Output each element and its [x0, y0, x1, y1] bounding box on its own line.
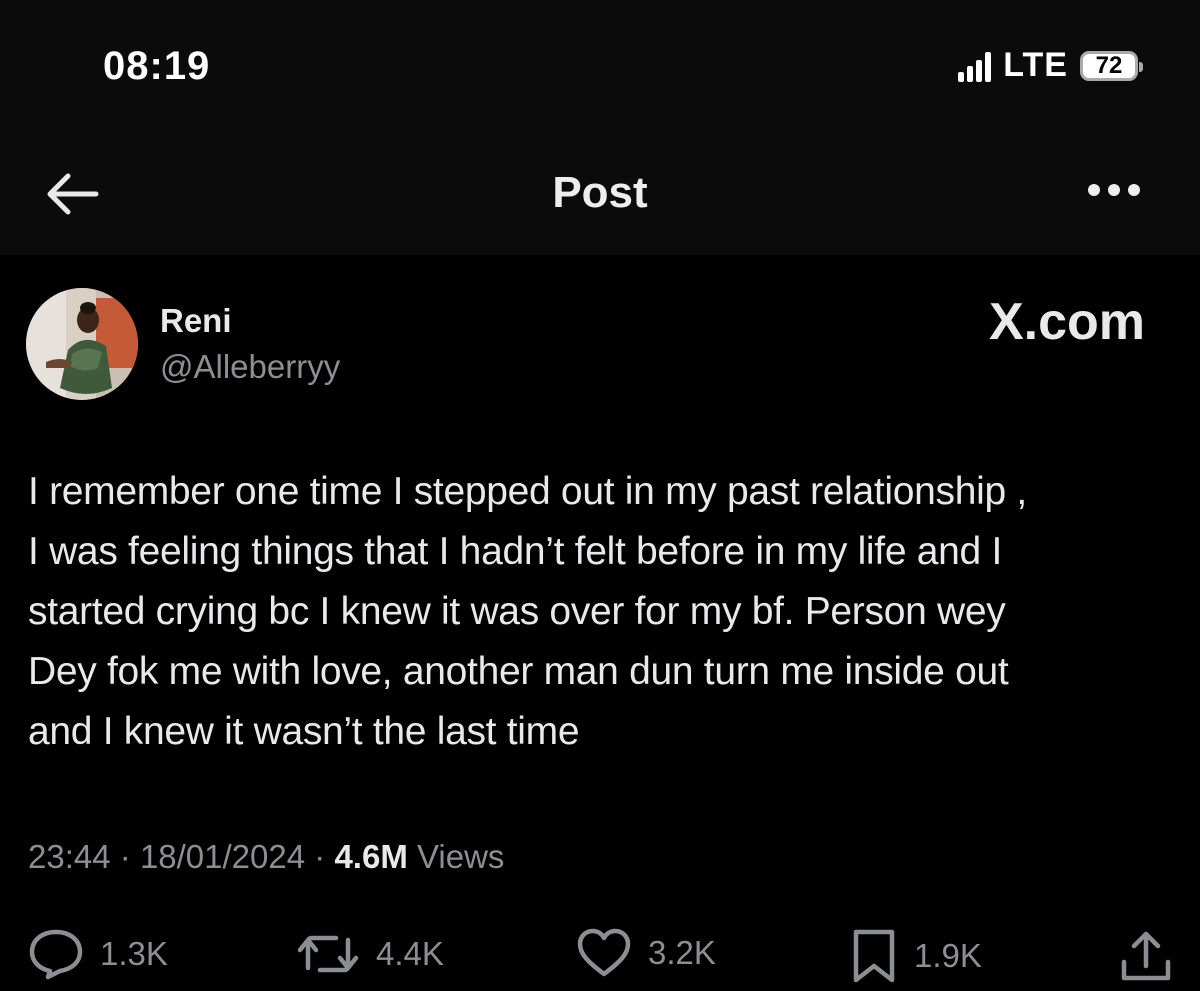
reply-button[interactable]: 1.3K — [28, 928, 168, 980]
share-icon — [1121, 931, 1171, 981]
like-icon — [577, 928, 631, 977]
share-button[interactable] — [1118, 928, 1174, 984]
status-indicators: LTE 72 — [958, 46, 1143, 85]
bookmark-count: 1.9K — [914, 937, 982, 974]
action-bar: 1.3K 4.4K 3.2K 1.9K — [0, 920, 1200, 990]
page-title: Post — [552, 168, 648, 217]
views-label: Views — [417, 838, 505, 875]
repost-count: 4.4K — [376, 935, 444, 972]
more-options-icon[interactable] — [1088, 184, 1140, 196]
views-count[interactable]: 4.6M — [334, 838, 407, 875]
post-text: I remember one time I stepped out in my … — [28, 470, 1027, 753]
x-watermark: X.com — [988, 293, 1145, 351]
network-label: LTE — [1003, 46, 1068, 84]
status-bar: 08:19 LTE 72 — [0, 0, 1200, 130]
battery-level: 72 — [1095, 51, 1123, 79]
repost-button[interactable]: 4.4K — [296, 928, 444, 980]
signal-icon — [958, 50, 992, 82]
reply-count: 1.3K — [100, 935, 168, 972]
like-count: 3.2K — [648, 934, 716, 971]
battery-icon: 72 — [1080, 50, 1143, 81]
avatar[interactable] — [26, 288, 138, 400]
status-time: 08:19 — [103, 44, 211, 88]
post-meta: 23:44 · 18/01/2024 · 4.6M Views — [28, 838, 504, 876]
post-date[interactable]: 18/01/2024 — [140, 838, 305, 875]
repost-icon — [297, 935, 359, 973]
bookmark-icon — [853, 929, 895, 983]
author-handle[interactable]: @Alleberryy — [160, 348, 340, 386]
post-time[interactable]: 23:44 — [28, 838, 111, 875]
bookmark-button[interactable]: 1.9K — [850, 928, 982, 984]
meta-separator: · — [314, 838, 326, 875]
author-name[interactable]: Reni — [160, 302, 232, 340]
reply-icon — [29, 929, 83, 980]
nav-bar: Post — [0, 130, 1200, 255]
like-button[interactable]: 3.2K — [576, 928, 716, 978]
meta-separator: · — [119, 838, 131, 875]
